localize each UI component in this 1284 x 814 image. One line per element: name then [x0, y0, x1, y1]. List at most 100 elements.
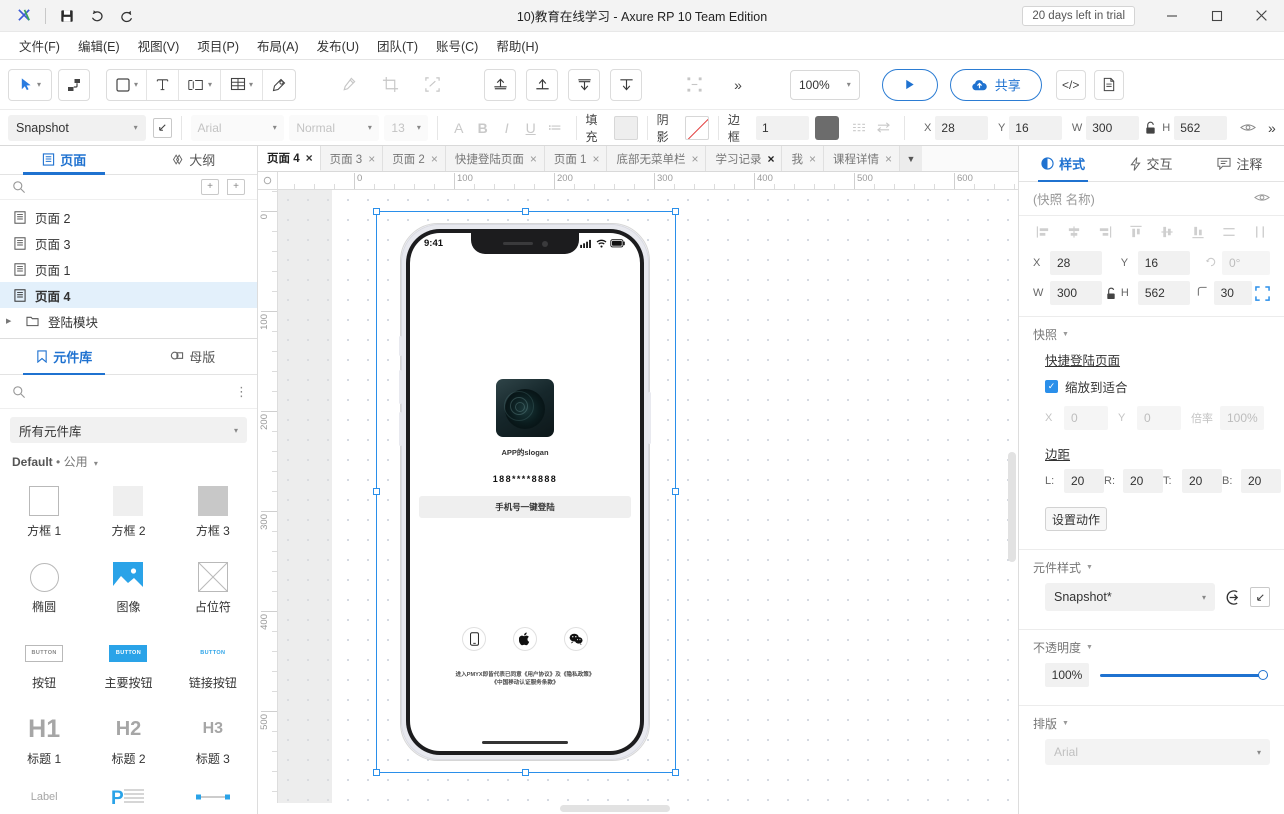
chevron-down-icon[interactable]: ▾ — [37, 80, 41, 89]
tab-library[interactable]: 元件库 — [0, 339, 129, 374]
widget-hline[interactable] — [171, 780, 255, 810]
minimize-button[interactable] — [1149, 0, 1194, 32]
font-family-select[interactable]: Arial ▾ — [191, 115, 284, 141]
distribute-bottom-button[interactable] — [610, 69, 642, 101]
lock-aspect-icon[interactable] — [1144, 121, 1157, 135]
doc-tab[interactable]: 底部无菜单栏 × — [607, 146, 706, 171]
inspect-code-button[interactable]: </> — [1056, 70, 1086, 100]
phone-screen[interactable]: 9:41 — [410, 233, 640, 751]
visibility-eye-icon[interactable] — [1254, 192, 1270, 206]
y-input[interactable]: 16 — [1009, 116, 1062, 140]
chevron-down-icon[interactable]: ▾ — [417, 123, 421, 132]
align-left-icon[interactable] — [1033, 222, 1053, 242]
italic-button[interactable]: I — [495, 115, 519, 141]
fit-to-scale-row[interactable]: ✓ 缩放到适合 — [1019, 375, 1284, 402]
rotation-field[interactable]: 0° — [1205, 251, 1270, 275]
align-right-icon[interactable] — [1095, 222, 1115, 242]
design-canvas[interactable]: 9:41 — [278, 190, 1018, 803]
pick-style-button[interactable] — [1250, 587, 1270, 607]
widget-h2[interactable]: H2 标题 2 — [86, 704, 170, 778]
font-color-button[interactable]: A — [447, 115, 471, 141]
style-picker-button[interactable] — [153, 118, 172, 138]
resize-handle-s[interactable] — [522, 769, 529, 776]
typography-section-header[interactable]: 排版 ▼ — [1019, 706, 1284, 737]
chevron-down-icon[interactable]: ▾ — [847, 80, 851, 89]
text-tool-button[interactable] — [147, 70, 179, 100]
padding-top-field[interactable]: T: 20 — [1163, 469, 1222, 493]
distribute-top-button[interactable] — [526, 69, 558, 101]
notes-button[interactable] — [1094, 70, 1124, 100]
zoom-select[interactable]: 100% ▾ — [790, 70, 860, 100]
select-tool-button[interactable]: ▾ — [8, 69, 52, 101]
widget-paragraph[interactable]: P — [86, 780, 170, 810]
chevron-down-icon[interactable]: ▾ — [134, 123, 138, 132]
chevron-down-icon[interactable]: ▾ — [1202, 593, 1206, 602]
table-tool-button[interactable]: ▾ — [221, 70, 263, 100]
widget-box2[interactable]: 方框 2 — [86, 476, 170, 550]
w-field[interactable]: W 300 — [1033, 281, 1102, 305]
h-input[interactable]: 562 — [1174, 116, 1227, 140]
canvas-vertical-scrollbar[interactable] — [1008, 452, 1016, 562]
align-top-icon[interactable] — [1126, 222, 1146, 242]
doc-tab[interactable]: 学习记录 × — [706, 146, 782, 171]
close-icon[interactable]: × — [885, 152, 892, 166]
snapshot-x-value[interactable]: 0 — [1064, 406, 1108, 430]
phone-login-icon[interactable] — [462, 627, 486, 651]
connector-tool-button[interactable] — [58, 69, 90, 101]
widget-ellipse[interactable]: 椭圆 — [2, 552, 86, 626]
chevron-down-icon[interactable]: ▾ — [368, 123, 372, 132]
distribute-h-icon[interactable] — [1219, 222, 1239, 242]
menu-item-view[interactable]: 视图(V) — [129, 32, 189, 59]
close-icon[interactable]: × — [809, 152, 816, 166]
apply-style-icon[interactable] — [1224, 589, 1241, 606]
canvas-horizontal-scrollbar[interactable] — [258, 803, 1018, 814]
close-button[interactable] — [1239, 0, 1284, 32]
h-field[interactable]: H 562 — [1121, 281, 1190, 305]
snapshot-y-field[interactable]: Y 0 — [1118, 406, 1181, 430]
border-width-input[interactable]: 1 — [756, 116, 809, 140]
widget-h1[interactable]: H1 标题 1 — [2, 704, 86, 778]
menu-item-account[interactable]: 账号(C) — [427, 32, 487, 59]
add-page-button[interactable]: + — [201, 179, 219, 195]
slider-knob[interactable] — [1258, 670, 1268, 680]
chevron-down-icon[interactable]: ▾ — [234, 426, 238, 435]
padding-left-value[interactable]: 20 — [1064, 469, 1104, 493]
widget-label-elem[interactable]: Label — [2, 780, 86, 810]
phone-mockup[interactable]: 9:41 — [400, 223, 650, 761]
w-value[interactable]: 300 — [1050, 281, 1102, 305]
padding-bottom-value[interactable]: 20 — [1241, 469, 1281, 493]
chevron-down-icon[interactable]: ▾ — [249, 80, 253, 89]
share-button[interactable]: 共享 — [950, 69, 1042, 101]
doc-tab[interactable]: 页面 4 × — [258, 146, 321, 171]
library-group-header[interactable]: Default • 公用 ▾ — [0, 447, 257, 472]
group-tool-button[interactable] — [678, 69, 710, 101]
corner-radius-field[interactable]: 30 — [1197, 281, 1252, 305]
font-size-select[interactable]: 13 ▾ — [384, 115, 427, 141]
padding-top-value[interactable]: 20 — [1182, 469, 1222, 493]
widget-name-input[interactable]: (快照 名称) — [1033, 189, 1095, 208]
rectangle-tool-button[interactable]: ▾ — [107, 70, 147, 100]
tab-style[interactable]: 样式 — [1019, 146, 1107, 181]
chevron-down-icon[interactable]: ▼ — [1062, 720, 1069, 727]
close-icon[interactable]: × — [306, 151, 313, 165]
distribute-v-icon[interactable] — [1250, 222, 1270, 242]
x-value[interactable]: 28 — [1050, 251, 1102, 275]
opacity-value[interactable]: 100% — [1045, 663, 1089, 687]
wechat-login-icon[interactable] — [564, 627, 588, 651]
y-field[interactable]: Y 16 — [1121, 251, 1190, 275]
undo-icon[interactable] — [83, 4, 111, 28]
align-center-h-icon[interactable] — [1064, 222, 1084, 242]
opacity-slider[interactable] — [1100, 668, 1268, 682]
tab-masters[interactable]: 母版 — [129, 339, 258, 374]
ruler-origin-button[interactable] — [258, 172, 278, 190]
library-options-icon[interactable]: ⋮ — [235, 388, 245, 396]
redo-icon[interactable] — [113, 4, 141, 28]
padding-bottom-field[interactable]: B: 20 — [1222, 469, 1281, 493]
chevron-down-icon[interactable]: ▾ — [1257, 748, 1261, 757]
doc-tab[interactable]: 快捷登陆页面 × — [446, 146, 545, 171]
transform-tool-button[interactable] — [416, 69, 448, 101]
doc-tab[interactable]: 页面 3 × — [321, 146, 384, 171]
resize-handle-se[interactable] — [672, 769, 679, 776]
page-item[interactable]: 页面 3 — [0, 230, 257, 256]
widget-button[interactable]: BUTTON 按钮 — [2, 628, 86, 702]
